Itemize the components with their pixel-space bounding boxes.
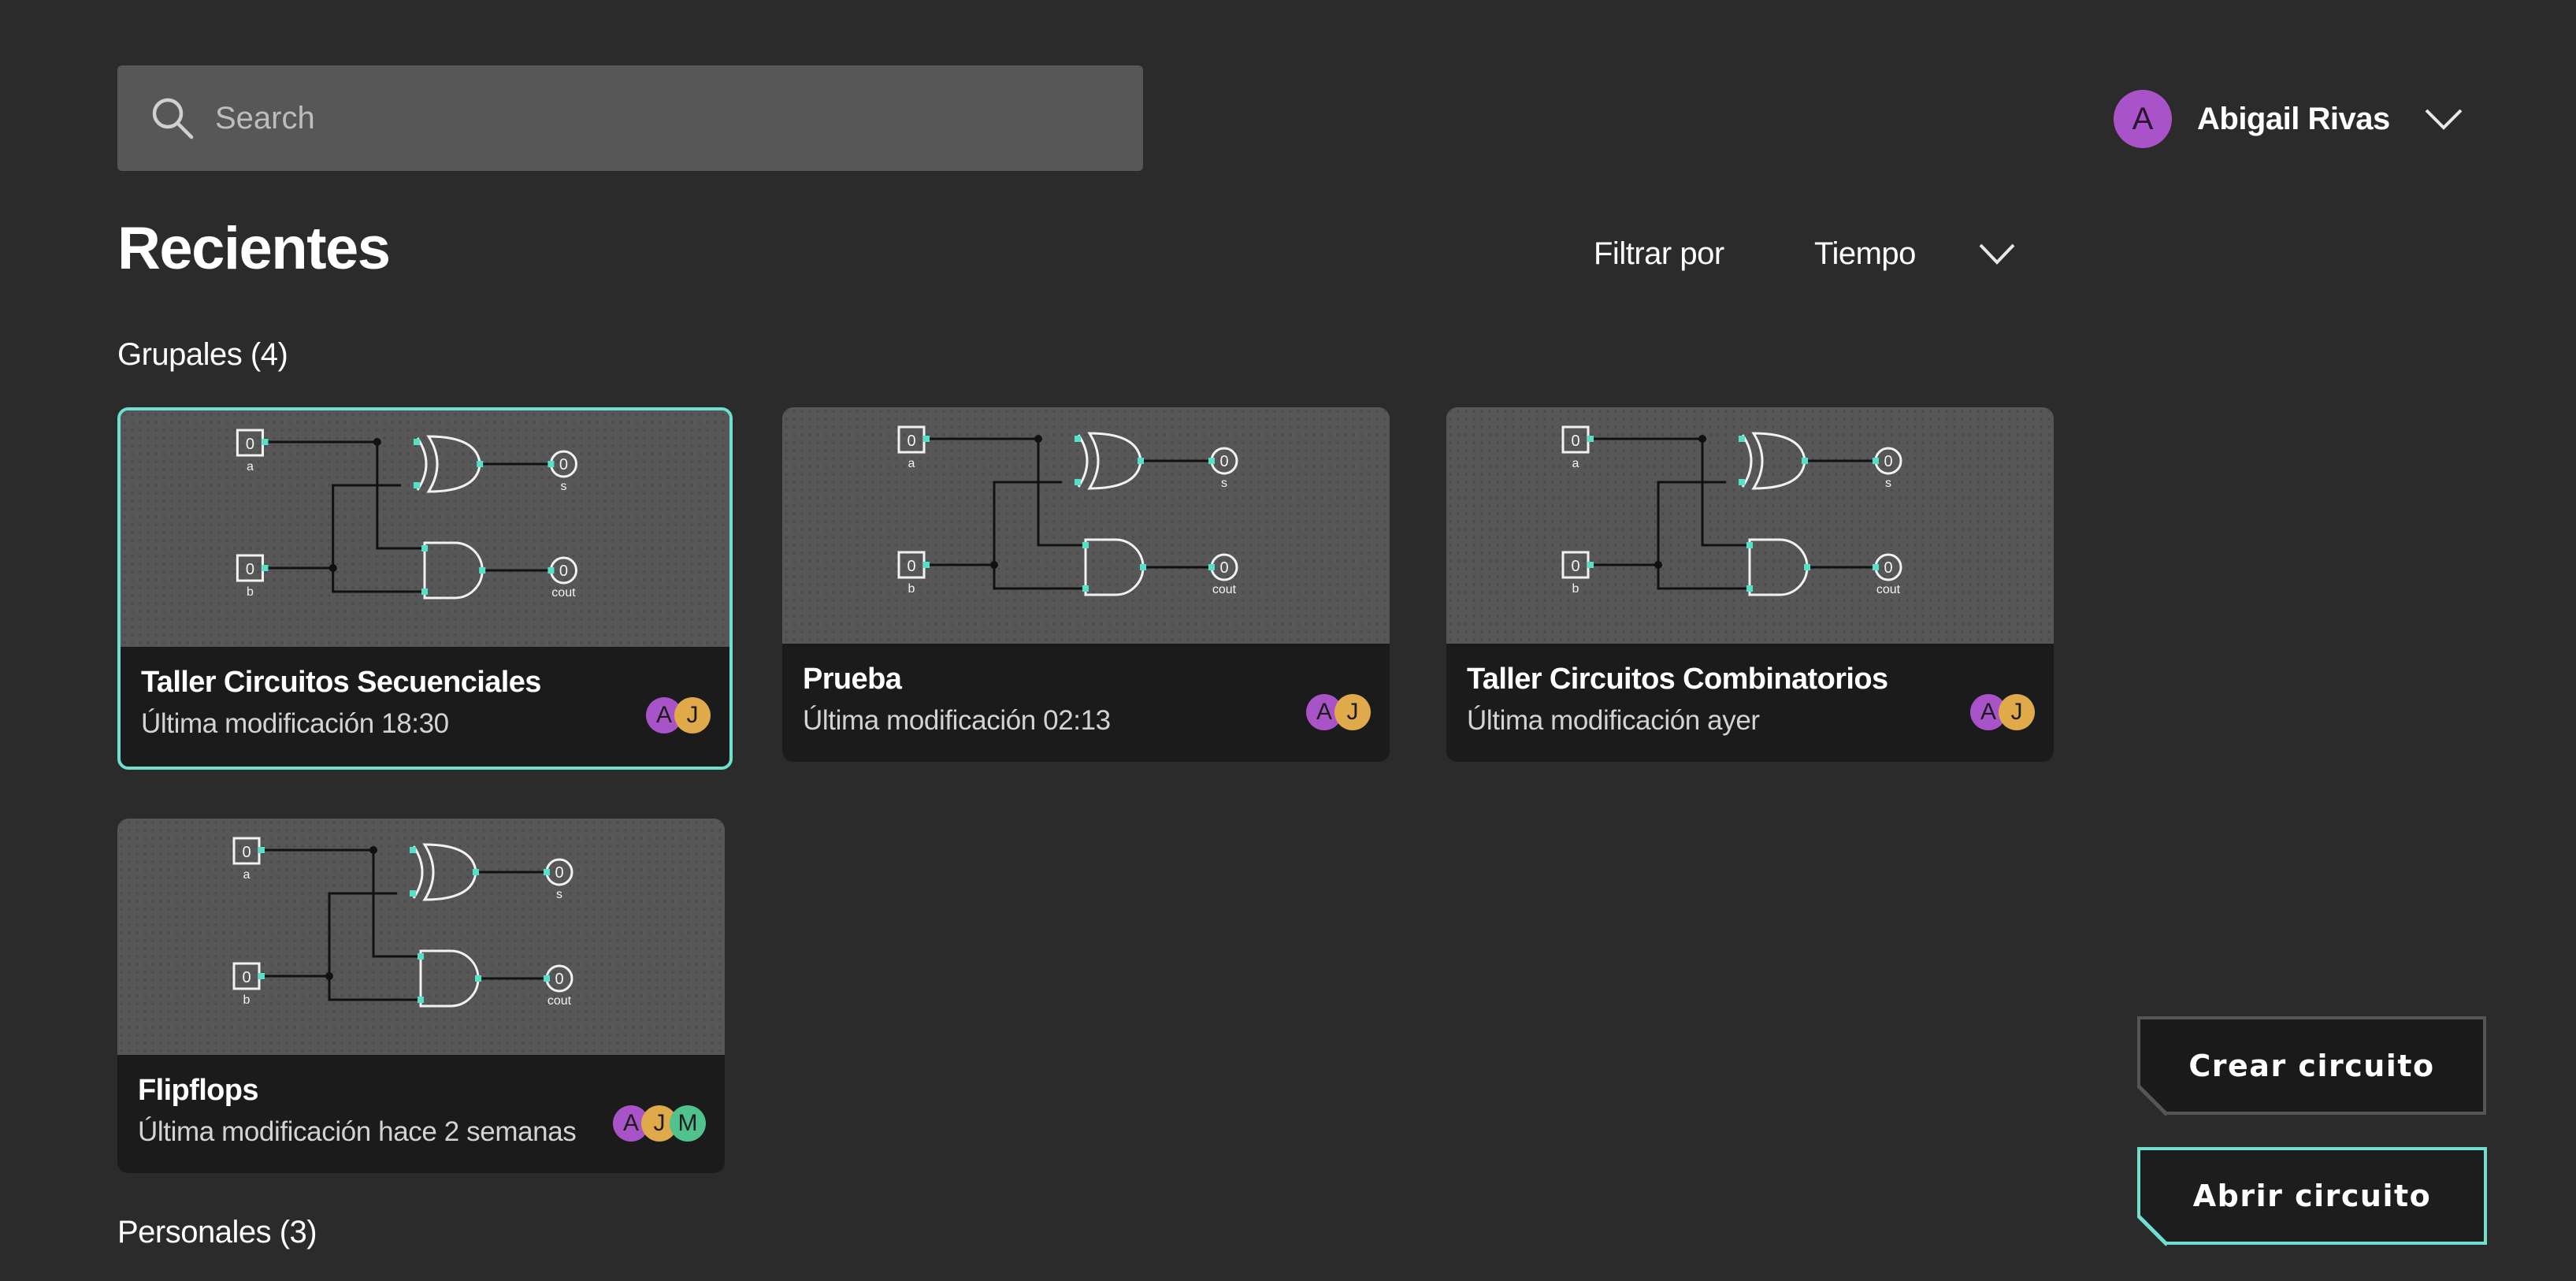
input-b-value: 0 bbox=[246, 561, 254, 578]
input-a-value: 0 bbox=[242, 844, 251, 861]
output-cout-value: 0 bbox=[555, 971, 563, 988]
half-adder-diagram: 0 a 0 b 0 s 0 cout bbox=[897, 425, 1238, 596]
input-b-label: b bbox=[908, 582, 915, 596]
input-b-value: 0 bbox=[242, 969, 251, 986]
card-modified: Última modificación 02:13 bbox=[803, 705, 1111, 736]
collaborators: A J bbox=[646, 697, 711, 733]
output-cout-label: cout bbox=[551, 585, 576, 600]
input-a-value: 0 bbox=[1571, 433, 1579, 450]
input-b-label: b bbox=[1572, 582, 1579, 596]
output-s-label: s bbox=[556, 888, 562, 901]
output-s-value: 0 bbox=[555, 864, 563, 882]
card-title: Flipflops bbox=[138, 1074, 259, 1107]
output-cout-value: 0 bbox=[1884, 559, 1892, 577]
open-circuit-button[interactable]: Abrir circuito bbox=[2137, 1147, 2487, 1245]
input-a-label: a bbox=[1572, 457, 1579, 470]
collaborators: A J bbox=[1970, 694, 2035, 730]
card-modified: Última modificación ayer bbox=[1467, 705, 1760, 736]
output-s-label: s bbox=[1885, 477, 1891, 490]
user-menu[interactable]: A Abigail Rivas bbox=[2114, 89, 2464, 149]
circuit-thumbnail: 0 a 0 b 0 s 0 cout bbox=[1446, 407, 2054, 644]
input-b-value: 0 bbox=[1571, 558, 1579, 575]
card-modified: Última modificación hace 2 semanas bbox=[138, 1116, 577, 1147]
output-cout-label: cout bbox=[1212, 583, 1237, 596]
output-s-value: 0 bbox=[559, 456, 568, 473]
avatar: M bbox=[670, 1105, 706, 1142]
output-s-label: s bbox=[1221, 477, 1227, 490]
output-cout-label: cout bbox=[1876, 583, 1901, 596]
circuit-card[interactable]: 0 a 0 b 0 s 0 cout Prueba Última modific… bbox=[782, 407, 1390, 762]
input-b-label: b bbox=[243, 993, 251, 1007]
input-b-value: 0 bbox=[907, 558, 915, 575]
output-s-value: 0 bbox=[1884, 453, 1892, 470]
collaborators: A J M bbox=[613, 1105, 706, 1142]
chevron-down-icon bbox=[2425, 109, 2463, 130]
collaborators: A J bbox=[1306, 694, 1371, 730]
filter-dropdown[interactable]: Tiempo bbox=[1814, 228, 2017, 279]
half-adder-diagram: 0 a 0 b 0 s 0 cout bbox=[236, 429, 578, 600]
circuit-card[interactable]: 0 a 0 b 0 s 0 cout Flipflops Última modi… bbox=[117, 819, 725, 1173]
half-adder-diagram: 0 a 0 b 0 s 0 cout bbox=[1561, 425, 1902, 596]
card-title: Taller Circuitos Secuenciales bbox=[141, 666, 541, 699]
circuit-thumbnail: 0 a 0 b 0 s 0 cout bbox=[782, 407, 1390, 644]
input-a-label: a bbox=[908, 457, 915, 470]
search-icon bbox=[152, 98, 194, 139]
card-title: Prueba bbox=[803, 663, 902, 696]
create-circuit-button[interactable]: Crear circuito bbox=[2137, 1016, 2486, 1115]
circuit-thumbnail: 0 a 0 b 0 s 0 cout bbox=[117, 819, 725, 1055]
output-s-value: 0 bbox=[1219, 453, 1228, 470]
card-title: Taller Circuitos Combinatorios bbox=[1467, 663, 1888, 696]
output-cout-value: 0 bbox=[1219, 559, 1228, 577]
user-name: Abigail Rivas bbox=[2197, 101, 2390, 136]
output-cout-label: cout bbox=[547, 994, 572, 1008]
avatar: J bbox=[674, 697, 711, 733]
chevron-down-icon bbox=[1979, 243, 2015, 265]
search-input[interactable] bbox=[213, 86, 1123, 150]
section-title-grupales: Grupales (4) bbox=[117, 337, 288, 372]
section-title-personales: Personales (3) bbox=[117, 1215, 317, 1249]
output-s-label: s bbox=[560, 479, 566, 493]
circuit-card[interactable]: 0 a 0 b 0 s 0 cout Taller Circuitos Comb… bbox=[1446, 407, 2054, 762]
avatar: J bbox=[1334, 694, 1371, 730]
input-a-value: 0 bbox=[246, 436, 254, 453]
search-bar[interactable] bbox=[117, 65, 1143, 171]
card-modified: Última modificación 18:30 bbox=[141, 708, 449, 739]
filter-value: Tiempo bbox=[1814, 236, 1916, 271]
output-cout-value: 0 bbox=[559, 563, 568, 580]
half-adder-diagram: 0 a 0 b 0 s 0 cout bbox=[232, 837, 573, 1008]
input-a-label: a bbox=[243, 868, 251, 882]
avatar: J bbox=[1999, 694, 2035, 730]
input-a-label: a bbox=[247, 459, 254, 473]
user-avatar: A bbox=[2114, 90, 2172, 148]
input-b-label: b bbox=[247, 585, 254, 599]
page-title: Recientes bbox=[117, 215, 391, 282]
filter-label: Filtrar por bbox=[1594, 236, 1724, 271]
input-a-value: 0 bbox=[907, 433, 915, 450]
circuit-card[interactable]: 0 a 0 b 0 s 0 cout Taller Circuitos Secu… bbox=[117, 407, 733, 770]
circuit-thumbnail: 0 a 0 b 0 s 0 cout bbox=[121, 410, 729, 647]
